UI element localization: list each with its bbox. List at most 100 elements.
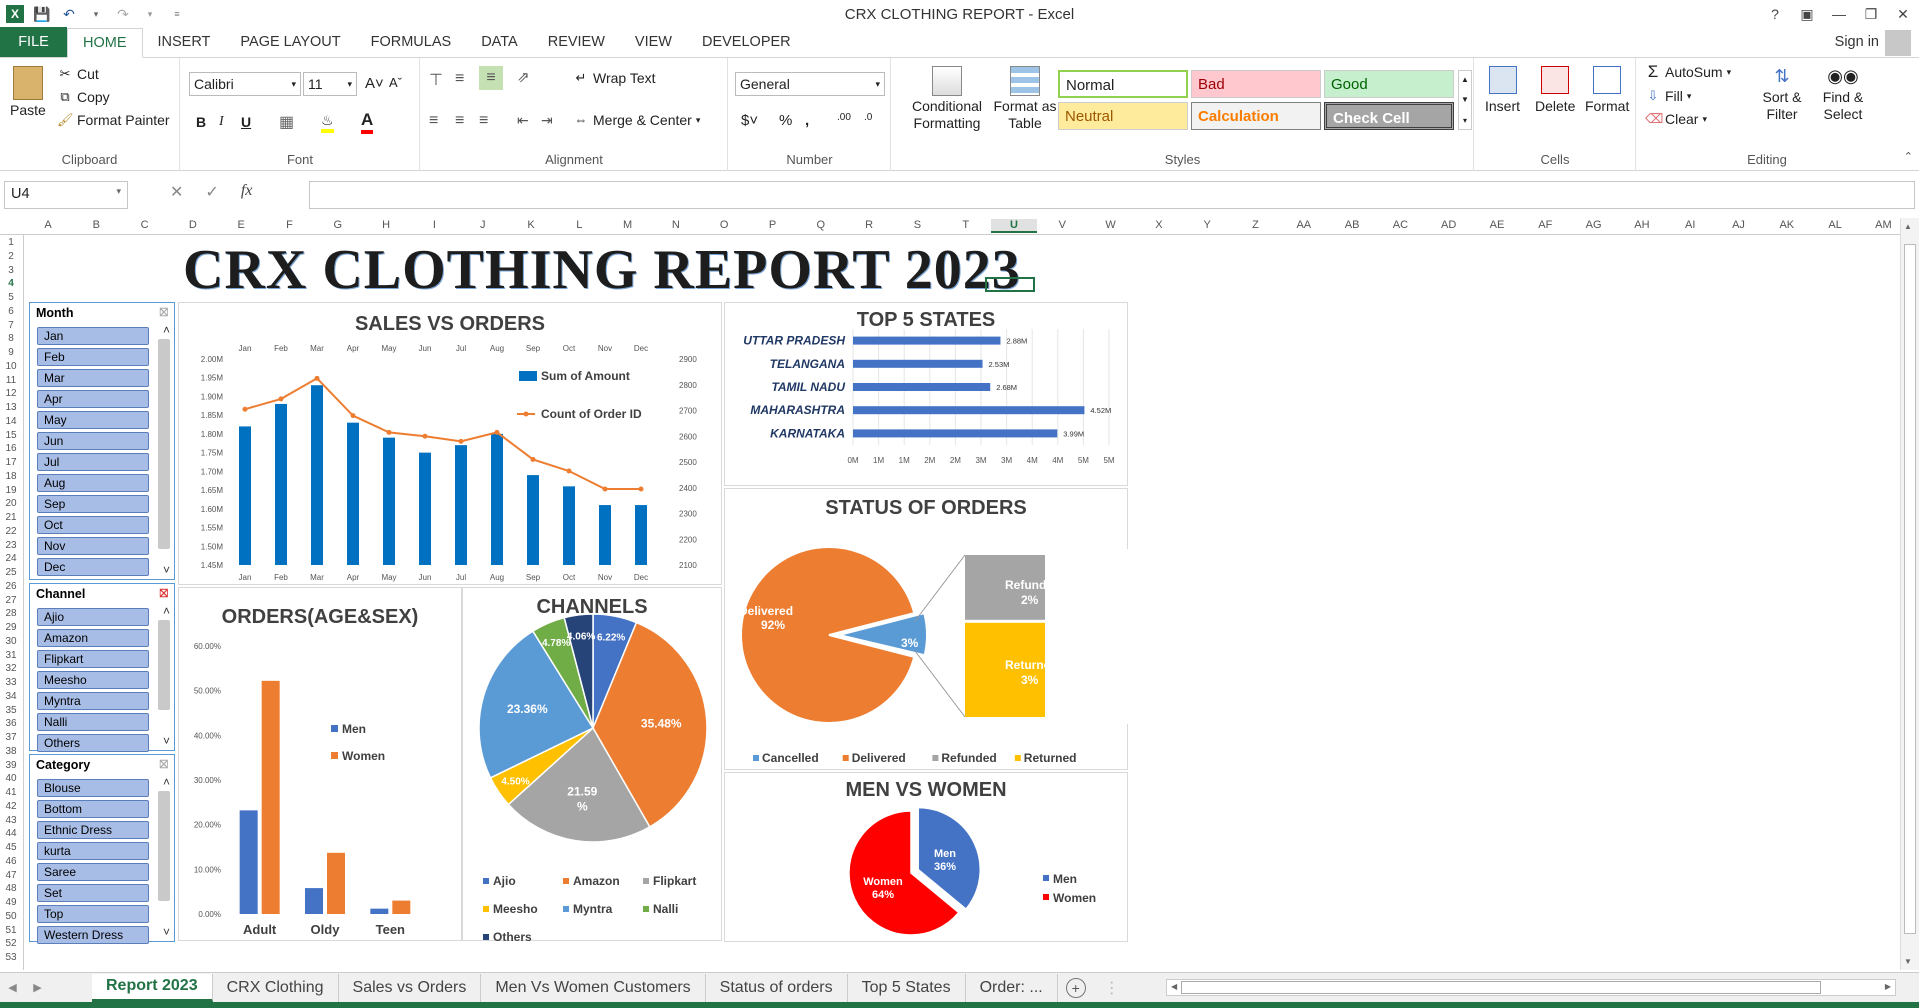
column-header[interactable]: O <box>701 219 747 231</box>
increase-indent-icon[interactable]: ⇥ <box>541 112 553 129</box>
style-good[interactable]: Good <box>1324 70 1454 98</box>
hscroll-thumb[interactable] <box>1181 981 1821 994</box>
decrease-decimal-icon[interactable]: .0 <box>864 112 872 123</box>
grow-font-icon[interactable]: A˅ <box>365 75 384 92</box>
sheet-tab-men-vs-women[interactable]: Men Vs Women Customers <box>481 973 706 1002</box>
row-header[interactable]: 9 <box>0 347 22 358</box>
cut-button[interactable]: ✂ Cut <box>57 66 99 82</box>
next-sheet-icon[interactable]: ▶ <box>25 981 50 994</box>
top5-states-chart[interactable]: TOP 5 STATES 0M 1M 1M 2M 2M 3M 3M 4M 4M 5M 5M UTTAR… <box>724 302 1128 486</box>
row-header[interactable]: 42 <box>0 801 22 812</box>
tab-page-layout[interactable]: PAGE LAYOUT <box>225 27 355 57</box>
row-header[interactable]: 20 <box>0 498 22 509</box>
row-header[interactable]: 13 <box>0 402 22 413</box>
sales-vs-orders-chart[interactable]: SALES VS ORDERS 1.45M 1.50M 1.55M 1.60M 1.65… <box>178 302 722 585</box>
autosum-button[interactable]: Σ AutoSum ▾ <box>1645 63 1731 80</box>
close-icon[interactable]: ✕ <box>1887 0 1919 28</box>
slicer-item[interactable]: Blouse <box>37 779 149 797</box>
slicer-item[interactable]: Amazon <box>37 629 149 647</box>
name-box[interactable]: U4 ▾ <box>4 181 128 209</box>
row-header[interactable]: 7 <box>0 320 22 331</box>
save-icon[interactable]: 💾 <box>33 5 51 23</box>
row-header[interactable]: 49 <box>0 897 22 908</box>
row-header[interactable]: 26 <box>0 581 22 592</box>
clear-filter-icon[interactable]: ⛝ <box>160 307 168 320</box>
row-header[interactable]: 1 <box>0 237 22 248</box>
slicer-item[interactable]: Top <box>37 905 149 923</box>
slicer-item[interactable]: Myntra <box>37 692 149 710</box>
row-header[interactable]: 6 <box>0 306 22 317</box>
row-header[interactable]: 27 <box>0 595 22 606</box>
men-vs-women-chart[interactable]: MEN VS WOMEN Men 36% Women 64% Men Women <box>724 772 1128 942</box>
align-right-icon[interactable]: ≡ <box>479 112 488 130</box>
currency-icon[interactable]: $˅ <box>741 112 758 129</box>
column-header[interactable]: P <box>750 219 796 231</box>
slicer-item[interactable]: Others <box>37 734 149 752</box>
slicer-scrollbar[interactable] <box>158 339 170 549</box>
undo-dropdown-icon[interactable]: ▾ <box>87 5 105 23</box>
decrease-indent-icon[interactable]: ⇤ <box>517 112 529 129</box>
column-header[interactable]: AF <box>1522 219 1568 231</box>
styles-scroll[interactable]: ▲ ▼ ▾ <box>1458 70 1472 130</box>
row-header[interactable]: 2 <box>0 251 22 262</box>
row-header[interactable]: 18 <box>0 471 22 482</box>
slicer-item[interactable]: Oct <box>37 516 149 534</box>
slicer-item[interactable]: Nov <box>37 537 149 555</box>
row-header[interactable]: 48 <box>0 883 22 894</box>
row-header[interactable]: 19 <box>0 485 22 496</box>
merge-center-button[interactable]: ⇔ Merge & Center ▾ <box>573 112 701 128</box>
row-header[interactable]: 3 <box>0 265 22 276</box>
row-header[interactable]: 51 <box>0 925 22 936</box>
format-painter-button[interactable]: 🖌 Format Painter <box>57 112 170 128</box>
slicer-item[interactable]: Ajio <box>37 608 149 626</box>
align-top-icon[interactable]: ⊤ <box>429 70 443 90</box>
style-check-cell[interactable]: Check Cell <box>1324 102 1454 130</box>
row-header[interactable]: 47 <box>0 870 22 881</box>
undo-icon[interactable]: ↶ <box>60 5 78 23</box>
slicer-item[interactable]: Ethnic Dress <box>37 821 149 839</box>
slicer-item[interactable]: Mar <box>37 369 149 387</box>
percent-icon[interactable]: % <box>779 112 792 129</box>
scroll-up-icon[interactable]: ˄ <box>163 604 170 618</box>
add-sheet-icon[interactable]: + <box>1065 977 1086 998</box>
slicer-scrollbar[interactable] <box>158 620 170 710</box>
column-header[interactable]: AD <box>1426 219 1472 231</box>
status-of-orders-chart[interactable]: STATUS OF ORDERS Delivered 92% 3% Refunded 2… <box>724 488 1129 770</box>
column-header[interactable]: G <box>315 219 361 231</box>
column-header[interactable]: T <box>943 219 989 231</box>
scroll-down-icon[interactable]: ˅ <box>163 563 170 577</box>
tab-insert[interactable]: INSERT <box>143 27 226 57</box>
column-header[interactable]: C <box>122 219 168 231</box>
slicer-item[interactable]: Nalli <box>37 713 149 731</box>
row-header[interactable]: 16 <box>0 443 22 454</box>
wrap-text-button[interactable]: ↵ Wrap Text <box>573 70 656 86</box>
slicer-item[interactable]: Western Dress <box>37 926 149 944</box>
redo-icon[interactable]: ↷ <box>114 5 132 23</box>
align-middle-icon[interactable]: ≡ <box>455 70 464 88</box>
column-header[interactable]: AJ <box>1716 219 1762 231</box>
row-header[interactable]: 12 <box>0 388 22 399</box>
row-header[interactable]: 23 <box>0 540 22 551</box>
scroll-down-icon[interactable]: ˅ <box>163 925 170 939</box>
column-header[interactable]: V <box>1039 219 1085 231</box>
sheet-tab-report-2023[interactable]: Report 2023 <box>92 973 213 1002</box>
align-left-icon[interactable]: ≡ <box>429 112 438 130</box>
copy-button[interactable]: ⧉ Copy <box>57 89 109 105</box>
customize-qat-icon[interactable]: ≡ <box>168 5 186 23</box>
scroll-left-icon[interactable]: ◀ <box>1171 982 1177 991</box>
slicer-item[interactable]: Flipkart <box>37 650 149 668</box>
column-header[interactable]: F <box>267 219 313 231</box>
borders-icon[interactable]: ▦ <box>279 112 294 132</box>
slicer-item[interactable]: Aug <box>37 474 149 492</box>
format-as-table-button[interactable]: Format as Table <box>990 66 1060 132</box>
style-bad[interactable]: Bad <box>1191 70 1321 98</box>
column-header[interactable]: AK <box>1764 219 1810 231</box>
shrink-font-icon[interactable]: Aˇ <box>389 75 402 90</box>
tab-developer[interactable]: DEVELOPER <box>687 27 806 57</box>
sheet-tab-top-5-states[interactable]: Top 5 States <box>848 973 966 1002</box>
tab-formulas[interactable]: FORMULAS <box>356 27 467 57</box>
enter-icon[interactable]: ✓ <box>205 182 218 202</box>
column-header[interactable]: J <box>460 219 506 231</box>
align-bottom-icon[interactable]: ≡ <box>479 66 503 90</box>
row-header[interactable]: 21 <box>0 512 22 523</box>
